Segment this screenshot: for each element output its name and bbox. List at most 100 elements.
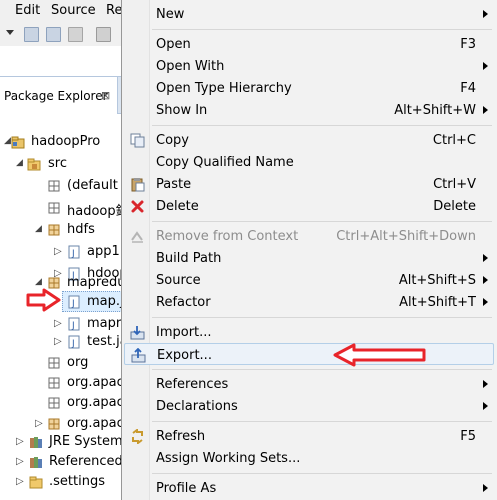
- tree-item-jre-system-library[interactable]: ▷ JRE System L: [0, 431, 134, 453]
- paste-icon: [131, 178, 145, 192]
- menu-item-import[interactable]: Import...: [124, 321, 494, 343]
- tree-item-org[interactable]: org: [0, 352, 122, 374]
- tree-item-hadooppro[interactable]: ◢ hadoopPro: [0, 131, 122, 153]
- tree-item-app1[interactable]: ▷ J app1.: [0, 241, 124, 263]
- tree-item-org-apache-1[interactable]: org.apac: [0, 372, 124, 394]
- menu-item-open-type-hierarchy[interactable]: Open Type Hierarchy F4: [124, 77, 494, 99]
- submenu-arrow-icon: [483, 380, 488, 388]
- expand-arrow-icon[interactable]: ▷: [16, 456, 24, 467]
- menu-item-label: Build Path: [156, 251, 222, 266]
- tree-item-label: mapredu: [67, 275, 126, 290]
- tree-item-label: hadoop鍧: [67, 204, 129, 219]
- menu-item-shortcut: Ctrl+C: [432, 133, 476, 148]
- submenu-arrow-icon: [483, 106, 488, 114]
- menu-item-delete[interactable]: Delete Delete: [124, 195, 494, 217]
- menu-item-build-path[interactable]: Build Path: [124, 247, 494, 269]
- menu-item-shortcut: F4: [460, 81, 476, 96]
- save-all-icon[interactable]: [46, 27, 61, 42]
- expand-arrow-icon[interactable]: ▷: [35, 418, 43, 429]
- tree-item-test-java[interactable]: ▷ J test.ja: [0, 331, 128, 353]
- menu-item-label: Refresh: [156, 429, 206, 444]
- tab-package-explorer-label: Package Explorer: [4, 89, 108, 103]
- tree-item-hdfs[interactable]: ◢ hdfs: [0, 219, 122, 241]
- expand-arrow-icon[interactable]: ▷: [54, 318, 62, 329]
- expand-arrow-icon[interactable]: ▷: [16, 476, 24, 487]
- annotation-arrow-icon: [26, 288, 61, 312]
- menu-item-label: Remove from Context: [156, 229, 299, 244]
- menu-source[interactable]: Source: [51, 3, 96, 18]
- collapse-arrow-icon[interactable]: ◢: [35, 224, 42, 234]
- menu-item-label: Show In: [156, 103, 208, 118]
- java-file-icon: J: [68, 335, 80, 349]
- package-icon: [48, 357, 60, 369]
- menu-item-open[interactable]: Open F3: [124, 33, 494, 55]
- collapse-arrow-icon[interactable]: ◢: [4, 136, 11, 146]
- close-icon[interactable]: ⊠: [101, 89, 110, 102]
- menu-item-export[interactable]: Export...: [124, 343, 494, 365]
- menu-item-assign-working-sets[interactable]: Assign Working Sets...: [124, 447, 494, 469]
- package-explorer-tabbar: Package Explorer ⊠: [0, 76, 122, 114]
- menu-item-label: Refactor: [156, 295, 211, 310]
- chevron-down-icon[interactable]: [6, 30, 14, 36]
- menu-item-label: Source: [156, 273, 201, 288]
- toolbar-tool-icon[interactable]: [96, 27, 111, 42]
- menu-item-shortcut: F5: [460, 429, 476, 444]
- menu-edit[interactable]: Edit: [15, 3, 40, 18]
- menu-item-paste[interactable]: Paste Ctrl+V: [124, 173, 494, 195]
- menu-item-remove-from-context[interactable]: Remove from Context Ctrl+Alt+Shift+Down: [124, 225, 494, 247]
- tree-item-label: org.apac: [67, 375, 124, 390]
- tab-package-explorer[interactable]: Package Explorer ⊠: [0, 77, 118, 114]
- tree-item-label: org.apac: [67, 395, 124, 410]
- menu-item-refresh[interactable]: Refresh F5: [124, 425, 494, 447]
- menu-item-label: Import...: [156, 325, 212, 340]
- collapse-arrow-icon[interactable]: ◢: [35, 277, 42, 287]
- java-file-icon: J: [68, 317, 80, 331]
- expand-arrow-icon[interactable]: ▷: [54, 246, 62, 257]
- menu-separator: [152, 221, 492, 222]
- tree-item-src[interactable]: ◢ src: [0, 153, 122, 175]
- save-icon[interactable]: [24, 27, 39, 42]
- tree-item-label: src: [48, 156, 67, 171]
- tree-item-hadoop-package[interactable]: hadoop鍧: [0, 197, 129, 219]
- submenu-arrow-icon: [483, 402, 488, 410]
- tree-item-org-apache-2[interactable]: org.apac: [0, 392, 124, 414]
- package-icon: [48, 418, 60, 430]
- menu-item-references[interactable]: References: [124, 373, 494, 395]
- menu-separator: [152, 317, 492, 318]
- menu-item-show-in[interactable]: Show In Alt+Shift+W: [124, 99, 494, 121]
- expand-arrow-icon[interactable]: ▷: [54, 336, 62, 347]
- submenu-arrow-icon: [483, 484, 488, 492]
- menu-refactor[interactable]: Re: [106, 3, 122, 18]
- print-icon[interactable]: [68, 27, 83, 42]
- expand-arrow-icon[interactable]: ▷: [16, 436, 24, 447]
- menu-item-refactor[interactable]: Refactor Alt+Shift+T: [124, 291, 494, 313]
- collapse-arrow-icon[interactable]: ◢: [16, 158, 23, 168]
- menu-item-label: Paste: [156, 177, 192, 192]
- remove-context-icon: [131, 231, 143, 243]
- menu-item-label: Assign Working Sets...: [156, 451, 301, 466]
- tree-item-label: hadoopPro: [31, 134, 101, 149]
- menu-item-copy[interactable]: Copy Ctrl+C: [124, 129, 494, 151]
- menu-item-label: Profile As: [156, 481, 217, 496]
- refresh-icon: [132, 429, 143, 444]
- menu-separator: [152, 421, 492, 422]
- tree-item-default-package[interactable]: (default p: [0, 175, 130, 197]
- menu-item-shortcut: Alt+Shift+W: [394, 103, 476, 118]
- tree-item-referenced-libraries[interactable]: ▷ Referenced L: [0, 451, 134, 473]
- menu-item-source[interactable]: Source Alt+Shift+S: [124, 269, 494, 291]
- source-folder-icon: [27, 158, 41, 171]
- menu-item-declarations[interactable]: Declarations: [124, 395, 494, 417]
- package-icon: [48, 224, 60, 236]
- menu-item-new[interactable]: New: [124, 3, 494, 25]
- svg-text:J: J: [71, 339, 75, 349]
- menu-item-copy-qualified-name[interactable]: Copy Qualified Name: [124, 151, 494, 173]
- menu-separator: [152, 473, 492, 474]
- menu-item-profile-as[interactable]: Profile As: [124, 477, 494, 499]
- library-icon: [30, 437, 42, 448]
- menu-item-open-with[interactable]: Open With: [124, 55, 494, 77]
- svg-text:J: J: [71, 321, 75, 331]
- java-file-icon: J: [68, 295, 80, 309]
- annotation-arrow-icon: [333, 343, 426, 367]
- menu-separator: [152, 125, 492, 126]
- tree-item-settings[interactable]: ▷ .settings: [0, 471, 122, 493]
